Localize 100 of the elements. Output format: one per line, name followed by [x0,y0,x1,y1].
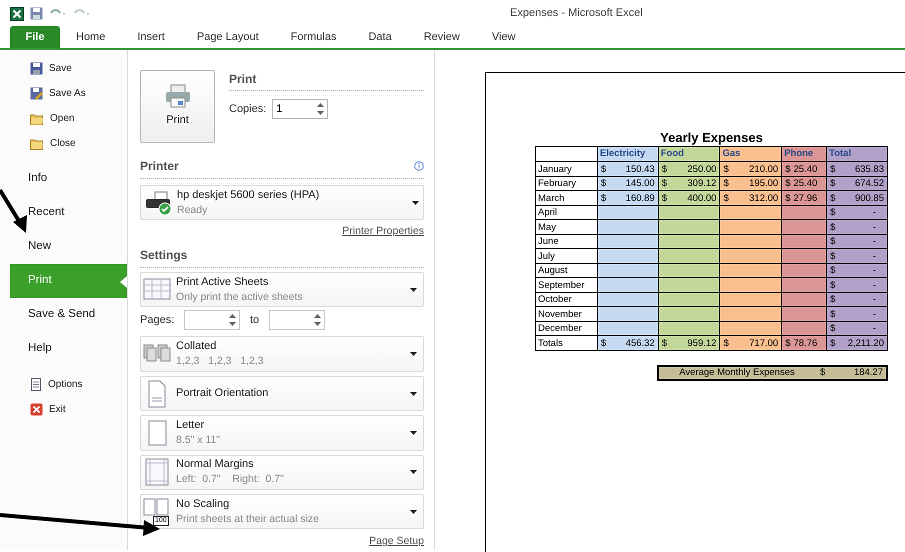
menu-item[interactable]: Save & Send [10,298,127,332]
arrow [0,188,27,233]
menu-item[interactable]: Options [10,372,127,397]
sheet-grid-icon [143,278,171,302]
table-cell: September [536,278,598,292]
to-label: to [250,313,260,328]
info-icon[interactable] [414,161,424,171]
spinner-arrows-icon[interactable] [229,314,236,326]
printer-icon [164,84,190,108]
printer-icon [145,190,173,216]
pages-label: Pages: [140,313,176,328]
spinner-arrows-icon[interactable] [317,103,324,115]
table-cell: $ - [826,306,888,322]
excel-logo-icon [10,6,24,20]
table-cell: May [536,220,598,234]
table-cell: February [536,176,598,191]
menu-item[interactable]: Help [10,332,127,366]
column-header: Phone [782,146,827,162]
ribbon-tab[interactable]: Formulas [274,26,352,48]
table-cell: January [536,162,598,176]
settings-dropdown[interactable]: Portrait Orientation [140,376,424,412]
settings-dropdown[interactable]: Normal Margins Left: 0.7" Right: 0.7" [140,454,424,490]
ribbon-tab[interactable]: Review [408,26,476,48]
table-cell: December [536,321,598,336]
ribbon-tab[interactable]: View [476,26,532,48]
print-button[interactable]: Print [140,70,215,143]
table-cell: $ 2,211.20 [826,336,888,350]
menu-item[interactable]: Save As [10,81,127,106]
ribbon-tab[interactable]: Insert [121,26,181,48]
folder-icon [30,138,44,150]
dropdown-arrow-icon [410,392,417,396]
ribbon-tab[interactable]: Data [352,26,408,48]
dropdown-arrow-icon [410,352,417,356]
table-cell: $ 195.00 [720,176,782,191]
section-heading: Print [229,70,424,91]
dropdown-arrow-icon [410,288,417,292]
table-cell: $ - [826,248,888,264]
table-cell: Totals [536,336,598,350]
menu-item[interactable]: Info [10,162,127,196]
window-title: Expenses - Microsoft Excel [510,6,643,22]
save-icon[interactable] [30,7,43,20]
table-cell: November [536,306,598,322]
table-cell: $ 150.43 [597,162,658,176]
table-cell: $ 27.96 [782,190,827,206]
table-cell: March [536,190,598,206]
menu-item[interactable]: Recent [10,196,127,230]
page-from-field[interactable] [184,310,240,330]
folder-icon [30,112,44,124]
section-heading: Settings [140,246,424,268]
table-cell: $ 959.12 [658,336,720,350]
table-cell: August [536,263,598,278]
table-cell [536,146,598,162]
ribbon-tab[interactable]: Home [60,26,122,48]
table-cell: $ - [826,234,888,249]
table-cell: $ 456.32 [597,336,658,350]
sheet-title: Yearly Expenses [659,129,764,146]
table-cell: $ 78.76 [782,336,827,350]
printer-dropdown[interactable]: hp deskjet 5600 series (HPA) Ready [140,185,424,220]
table-cell: $ 309.12 [658,176,720,191]
ribbon-tab[interactable]: Page Layout [180,26,275,48]
spinner-arrows-icon[interactable] [314,314,322,326]
menu-item[interactable]: Exit [10,397,127,422]
table-cell: June [536,234,598,249]
copies-field[interactable]: 1 [272,99,328,119]
table-cell: $ - [826,321,888,336]
column-header: Food [658,146,720,162]
table-cell: July [536,248,598,264]
settings-dropdown[interactable]: Print Active Sheets Only print the active sheets [140,272,424,308]
margins-page-icon [143,458,171,486]
settings-dropdown[interactable]: Collated 1,2,3 1,2,3 1,2,3 [140,336,424,372]
scaling-pages-icon [143,498,171,516]
menu-item[interactable]: Open [10,106,127,131]
close-icon [30,403,43,416]
column-header: Electricity [597,146,658,162]
dropdown-arrow-icon [410,510,417,514]
dropdown-arrow-icon [410,430,417,435]
printer-properties-link[interactable]: Printer Properties [342,224,424,240]
dropdown-arrow-icon [410,470,417,474]
menu-item[interactable]: New [10,230,127,264]
ribbon-tab[interactable]: File [10,26,60,48]
table-cell: October [536,292,598,307]
table-cell: $ 674.52 [826,176,888,191]
copies-label: Copies: [229,102,266,117]
table-cell: $ 250.00 [658,162,720,176]
table-cell: $ 717.00 [720,336,782,350]
save-icon [30,62,43,75]
table-cell: $ 160.89 [597,190,658,206]
average-row: Average Monthly Expenses $ 184.27 [657,364,888,381]
page-to-field[interactable] [269,310,326,330]
table-cell: $ 635.83 [826,162,888,176]
table-cell: $ 25.40 [782,162,827,176]
table-cell: $ - [826,263,888,278]
column-header: Total [826,146,888,162]
menu-item[interactable]: Close [10,131,127,156]
table-cell: $ 145.00 [597,176,658,191]
menu-item[interactable]: Save [10,56,127,81]
page-setup-link[interactable]: Page Setup [369,534,424,550]
settings-dropdown[interactable]: Letter 8.5" x 11" [140,415,424,451]
document-icon [30,378,42,391]
table-cell: $ - [826,205,888,220]
